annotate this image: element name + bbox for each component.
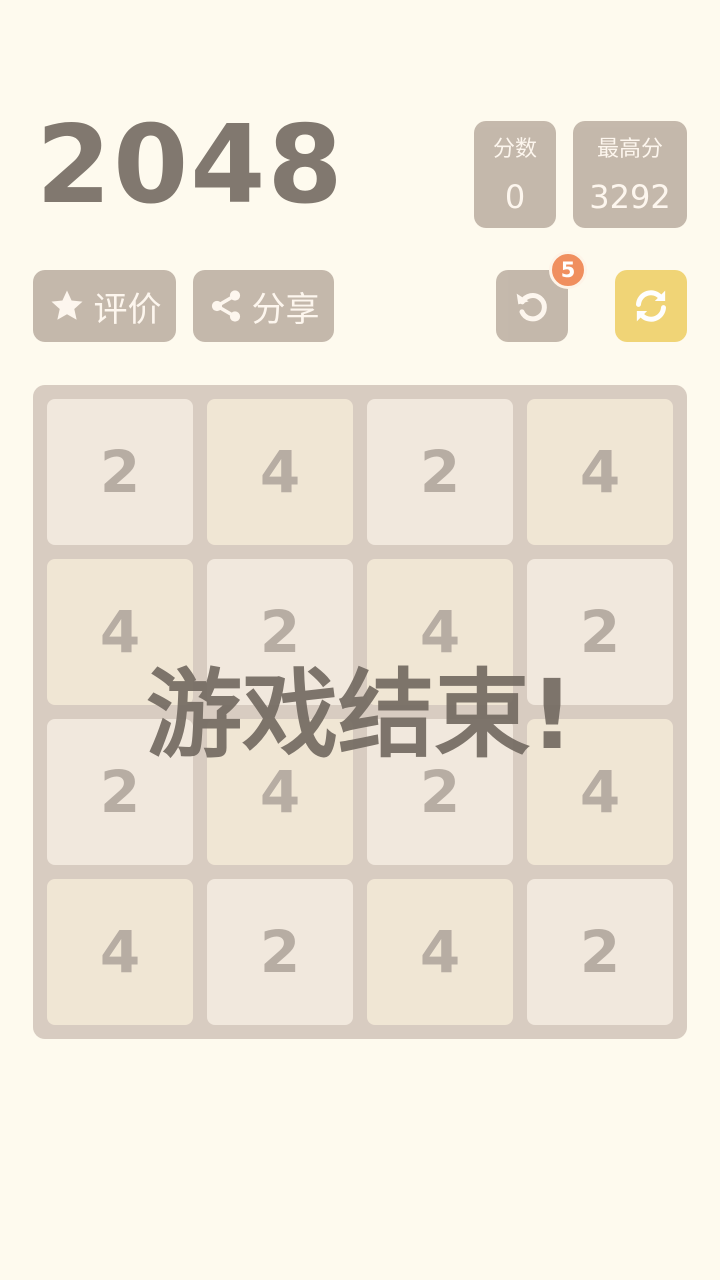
undo-icon xyxy=(516,293,547,322)
share-button-label: 分享 xyxy=(251,289,320,330)
undo-count-badge: 5 xyxy=(549,251,587,289)
refresh-icon xyxy=(636,290,666,322)
current-score-value: 0 xyxy=(504,178,526,216)
game-title: 2048 xyxy=(36,103,345,228)
game-screen: 2048 分数 0 最高分 3292 评价 分享 5 2 4 2 4 4 2 4… xyxy=(0,0,720,1280)
best-score-box: 最高分 3292 xyxy=(573,121,687,228)
best-score-value: 3292 xyxy=(589,178,671,216)
share-button[interactable]: 分享 xyxy=(193,270,334,342)
game-over-message: 游戏结束! xyxy=(146,659,574,771)
rate-button[interactable]: 评价 xyxy=(33,270,176,342)
star-icon xyxy=(50,290,83,320)
current-score-box: 分数 0 xyxy=(474,121,556,228)
rate-button-label: 评价 xyxy=(93,289,162,330)
restart-button[interactable] xyxy=(615,270,687,342)
best-score-label: 最高分 xyxy=(596,137,663,162)
share-icon xyxy=(211,290,240,322)
current-score-label: 分数 xyxy=(492,137,537,162)
